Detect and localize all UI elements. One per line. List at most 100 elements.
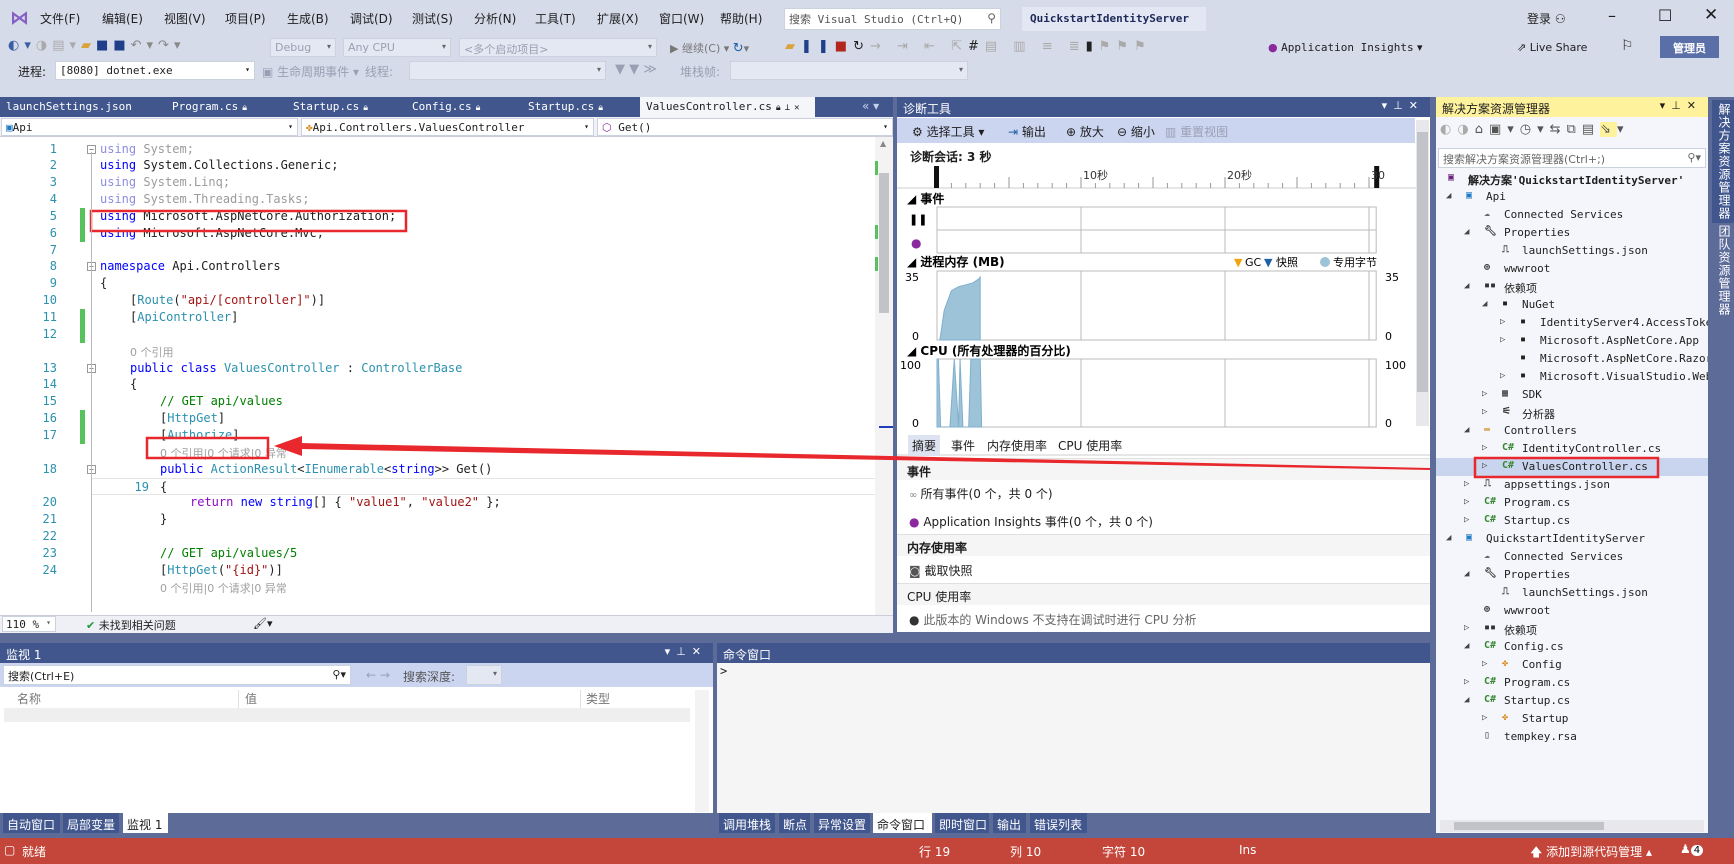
menu-item[interactable]: 文件(F) — [40, 10, 80, 27]
diagnostics-timeline[interactable]: 10秒 20秒 30◢ 事件❚❚●◢ 进程内存 (MB) ▼ GC ▼ 快照 专用字节3503… — [897, 163, 1430, 433]
maximize-button[interactable]: ☐ — [1658, 6, 1672, 25]
output-button[interactable]: ⇥ 输出 — [1008, 123, 1046, 140]
menu-item[interactable]: 测试(S) — [412, 10, 453, 27]
tree-item[interactable]: ▷ C# Startup.cs — [1436, 512, 1708, 530]
side-tab-solution-explorer[interactable]: 解决方案资源管理器 — [1712, 100, 1734, 223]
collapse-icon[interactable]: ◢ — [1482, 299, 1487, 309]
watch-column-header[interactable]: 名称 — [17, 690, 41, 707]
redo-icon[interactable]: ↷▾ — [158, 38, 185, 53]
diag-tab[interactable]: 摘要 — [908, 435, 941, 456]
doc-tab[interactable]: launchSettings.json — [0, 97, 164, 117]
tree-item[interactable]: ⎍ launchSettings.json — [1436, 242, 1708, 260]
tree-item[interactable]: ⊕ wwwroot — [1436, 602, 1708, 620]
tree-item[interactable]: ▷ ⎍ appsettings.json — [1436, 476, 1708, 494]
select-tool-button[interactable]: ⚙ 选择工具 ▾ — [912, 123, 984, 140]
zoom-out-button[interactable]: ⊖ 缩小 — [1117, 123, 1155, 140]
restart-icon[interactable]: ↻ — [733, 41, 744, 56]
minimize-button[interactable]: – — [1608, 6, 1616, 25]
expand-icon[interactable]: ▷ — [1500, 371, 1505, 381]
pause-icon[interactable]: ❚❚ — [801, 39, 835, 54]
codelens-line[interactable]: 0 个引用 — [0, 343, 875, 360]
bottom-tab[interactable]: 自动窗口 — [3, 813, 60, 833]
collapse-icon[interactable]: ◢ — [1446, 191, 1451, 201]
tree-item[interactable]: ⎍ launchSettings.json — [1436, 584, 1708, 602]
tree-item[interactable]: ▷ C# IdentityController.cs — [1436, 440, 1708, 458]
collapse-icon[interactable]: ◢ — [1464, 227, 1469, 237]
live-share-button[interactable]: ⇗ Live Share — [1517, 41, 1587, 54]
expand-icon[interactable]: ▷ — [1482, 659, 1487, 669]
hex-icon[interactable]: # — [968, 39, 985, 54]
menu-item[interactable]: 调试(D) — [350, 10, 393, 27]
tree-item[interactable]: ▣ 解决方案'QuickstartIdentityServer' — [1436, 170, 1708, 188]
tree-item[interactable]: ◢ ▪ NuGet — [1436, 296, 1708, 314]
tree-item[interactable]: ▷ ▦ SDK — [1436, 386, 1708, 404]
bottom-tab[interactable]: 异常设置 — [814, 813, 870, 833]
codelens-text[interactable]: 0 个引用|0 个请求|0 异常 — [160, 447, 287, 460]
expand-icon[interactable]: ▷ — [1482, 713, 1487, 723]
tree-item[interactable]: ▪ Microsoft.AspNetCore.Razor.Design — [1436, 350, 1734, 368]
zoom-in-button[interactable]: ⊕ 放大 — [1066, 123, 1104, 140]
watch-empty-row[interactable] — [4, 708, 690, 722]
menu-item[interactable]: 项目(P) — [225, 10, 266, 27]
notifications-button[interactable]: ♟ 4 — [1680, 842, 1704, 856]
codelens-text[interactable]: 0 个引用 — [130, 346, 174, 359]
collapse-all-icon[interactable]: ⧉ — [1567, 122, 1582, 137]
codelens-line[interactable]: 0 个引用|0 个请求|0 异常 — [0, 579, 875, 596]
ai-events-link[interactable]: ● Application Insights 事件(0 个，共 0 个) — [897, 508, 1430, 532]
menu-item[interactable]: 帮助(H) — [720, 10, 762, 27]
collapse-icon[interactable]: ◢ — [1446, 533, 1451, 543]
scroll-thumb[interactable] — [1454, 822, 1604, 830]
collapse-icon[interactable]: ◢ — [1464, 281, 1469, 291]
expand-icon[interactable]: ▷ — [1482, 389, 1487, 399]
collapse-icon[interactable]: ◢ — [1464, 425, 1469, 435]
watch-column-header[interactable]: 值 — [245, 690, 257, 707]
expand-icon[interactable]: ▷ — [1464, 515, 1469, 525]
bottom-tab[interactable]: 错误列表 — [1030, 813, 1087, 833]
expand-icon[interactable]: ▷ — [1500, 335, 1505, 345]
save-all-icon[interactable]: ■ — [113, 38, 130, 53]
bookmark-icon[interactable]: ▮ — [1086, 39, 1099, 54]
doc-tab[interactable]: Program.cs 🔒︎ — [166, 97, 284, 117]
panel-controls[interactable]: ▾⊥✕ — [665, 645, 707, 658]
expand-icon[interactable]: ▷ — [1464, 479, 1469, 489]
tree-item[interactable]: ◢ ▬ Controllers — [1436, 422, 1708, 440]
tree-item[interactable]: ◢ 🔧︎ Properties — [1436, 566, 1708, 584]
scroll-up-arrow[interactable]: ▲ — [880, 139, 886, 148]
source-control-button[interactable]: 🡅 添加到源代码管理 ▴ — [1530, 843, 1652, 864]
side-tab-team-explorer[interactable]: 团队资源管理器 — [1712, 222, 1734, 319]
timeline-start-marker[interactable] — [934, 166, 939, 188]
forward-icon[interactable]: ◑ — [36, 38, 52, 53]
login-button[interactable]: 登录 ⚇ — [1527, 10, 1566, 27]
expand-icon[interactable]: ▷ — [1482, 443, 1487, 453]
all-events-link[interactable]: ∞ 所有事件(0 个，共 0 个) — [897, 480, 1430, 504]
bottom-tab[interactable]: 监视 1 — [123, 813, 168, 833]
stop-icon[interactable]: ■ — [835, 39, 853, 54]
bottom-tab[interactable]: 局部变量 — [63, 813, 119, 833]
menu-item[interactable]: 扩展(X) — [597, 10, 639, 27]
class-dropdown[interactable]: ✤Api.Controllers.ValuesController ▾ — [301, 118, 594, 136]
tree-item[interactable]: ◢ C# Startup.cs — [1436, 692, 1708, 710]
doc-tab[interactable]: Startup.cs 🔒︎ — [522, 97, 638, 117]
diag-tab[interactable]: 内存使用率 — [983, 435, 1051, 456]
tree-item[interactable]: ▷ C# ValuesController.cs — [1436, 458, 1708, 476]
tree-item[interactable]: ⊕ wwwroot — [1436, 260, 1708, 278]
bottom-tab[interactable]: 断点 — [779, 813, 810, 833]
tree-item[interactable]: ◢ 🔧︎ Properties — [1436, 224, 1708, 242]
menu-item[interactable]: 窗口(W) — [659, 10, 704, 27]
menu-item[interactable]: 视图(V) — [164, 10, 206, 27]
panel-controls[interactable]: ▾⊥✕ — [1382, 99, 1424, 112]
bottom-tab[interactable]: 命令窗口 — [873, 813, 932, 833]
tree-item[interactable]: ☁ Connected Services — [1436, 548, 1708, 566]
pending-changes-icon[interactable]: ◷▾ — [1520, 122, 1550, 137]
project-dropdown[interactable]: ▣Api ▾ — [1, 118, 298, 136]
code-editor[interactable]: 1− using System; 2 using System.Collections… — [0, 137, 875, 615]
code-cleanup-button[interactable]: 🖌▾ — [253, 617, 273, 630]
solution-hscrollbar[interactable] — [1440, 820, 1704, 832]
doc-tab[interactable]: Startup.cs 🔒︎ — [287, 97, 402, 117]
bottom-tab[interactable]: 调用堆栈 — [719, 813, 775, 833]
continue-button[interactable]: ▶ 继续(C) ▾ ↻▾ — [670, 40, 749, 56]
new-item-icon[interactable]: ▤▾ — [52, 38, 81, 53]
tree-item[interactable]: ▷ ▪ IdentityServer4.AccessTokenValidation — [1436, 314, 1734, 332]
watch-vscrollbar[interactable] — [695, 690, 709, 812]
feedback-icon[interactable]: ⚐ — [1621, 38, 1634, 54]
